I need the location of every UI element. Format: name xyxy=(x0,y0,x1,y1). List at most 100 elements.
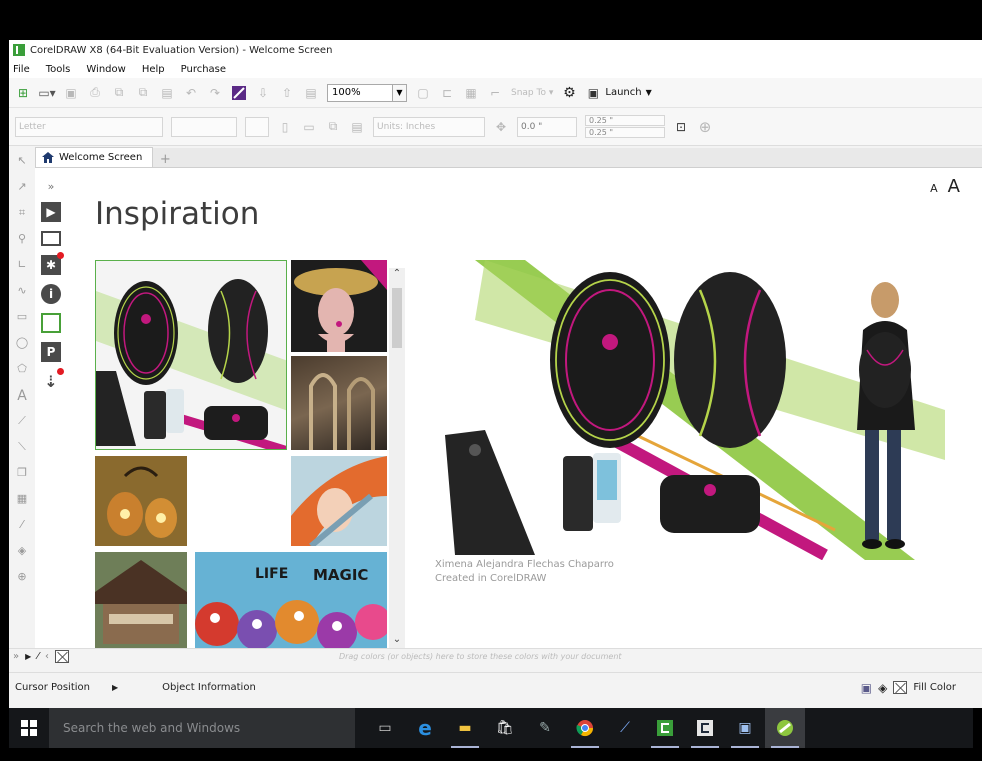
menu-file[interactable]: File xyxy=(13,64,30,75)
show-guidelines-icon[interactable]: ⌐ xyxy=(487,85,503,101)
expand-chevron-icon[interactable]: » xyxy=(48,180,55,193)
task-view-icon[interactable]: ▭ xyxy=(365,708,405,748)
current-page-icon[interactable]: ▤ xyxy=(349,119,365,135)
polygon-tool-icon[interactable]: ⬠ xyxy=(14,362,30,376)
gallery-thumb-backpacks[interactable] xyxy=(95,260,287,450)
redo-icon[interactable]: ↷ xyxy=(207,85,223,101)
menu-help[interactable]: Help xyxy=(142,64,165,75)
text-size-larger[interactable]: A xyxy=(948,176,960,197)
zoom-tool-icon[interactable]: ⚲ xyxy=(14,232,30,246)
show-grid-icon[interactable]: ▦ xyxy=(463,85,479,101)
menu-purchase[interactable]: Purchase xyxy=(181,64,226,75)
menu-tools[interactable]: Tools xyxy=(46,64,71,75)
shape-tool-icon[interactable]: ↗ xyxy=(14,180,30,194)
palette-play-icon[interactable]: ▶ xyxy=(25,652,31,661)
all-pages-icon[interactable]: ⧉ xyxy=(325,119,341,135)
gallery-thumb-portrait-hat[interactable] xyxy=(291,260,387,352)
chrome-icon[interactable] xyxy=(565,708,605,748)
status-expand-icon[interactable]: ▶ xyxy=(112,683,118,692)
zoom-level-select[interactable]: 100% ▼ xyxy=(327,83,407,102)
duplicate-x-field[interactable]: 0.25 " xyxy=(585,115,665,126)
corel-connect-icon[interactable] xyxy=(231,85,247,101)
page-size-select[interactable]: Letter xyxy=(15,116,163,137)
export-icon[interactable]: ⇧ xyxy=(279,85,295,101)
parallel-dimension-icon[interactable]: ⟋ xyxy=(14,414,30,428)
publish-pdf-icon[interactable]: ▤ xyxy=(303,85,319,101)
inspiration-icon[interactable] xyxy=(41,313,61,333)
gallery-scrollbar[interactable]: ⌃ ⌄ xyxy=(389,268,405,648)
page-dimensions-spinner[interactable] xyxy=(245,116,269,137)
workspace-icon[interactable] xyxy=(41,231,61,246)
document-icon[interactable]: ▣ xyxy=(861,681,872,695)
corel-capture-icon[interactable] xyxy=(765,708,805,748)
gallery-thumb-cathedral[interactable] xyxy=(291,356,387,450)
menu-window[interactable]: Window xyxy=(86,64,125,75)
text-tool-icon[interactable]: A xyxy=(14,388,30,404)
portrait-icon[interactable]: ▯ xyxy=(277,119,293,135)
add-tool-icon[interactable]: ⊕ xyxy=(14,570,30,584)
options-plus-icon[interactable]: ⊕ xyxy=(697,118,713,136)
launch-dropdown[interactable]: ▣ Launch ▼ xyxy=(585,85,652,101)
freehand-tool-icon[interactable]: ∟ xyxy=(14,258,30,272)
interactive-fill-icon[interactable]: ◈ xyxy=(14,544,30,558)
open-folder-icon[interactable]: ▭▾ xyxy=(38,85,55,101)
no-color-swatch[interactable] xyxy=(54,650,69,663)
paint-app-icon[interactable]: ✎ xyxy=(525,708,565,748)
text-size-smaller[interactable]: A xyxy=(930,182,938,195)
rectangle-tool-icon[interactable]: ▭ xyxy=(14,310,30,324)
ellipse-tool-icon[interactable]: ◯ xyxy=(14,336,30,350)
tab-welcome-screen[interactable]: Welcome Screen xyxy=(35,147,154,167)
undo-icon[interactable]: ↶ xyxy=(183,85,199,101)
crop-tool-icon[interactable]: ⌗ xyxy=(14,206,30,220)
palette-left-icon[interactable]: ‹ xyxy=(45,651,49,662)
scrollbar-thumb[interactable] xyxy=(392,288,402,348)
drop-shadow-icon[interactable]: ❐ xyxy=(14,466,30,480)
scroll-down-icon[interactable]: ⌄ xyxy=(389,634,405,648)
scroll-up-icon[interactable]: ⌃ xyxy=(389,268,405,282)
gallery-thumb-redhead[interactable] xyxy=(291,456,387,546)
get-more-icon[interactable]: ⇣ xyxy=(41,368,64,391)
transparency-icon[interactable]: ▦ xyxy=(14,492,30,506)
connector-tool-icon[interactable]: ⟍ xyxy=(14,440,30,454)
full-screen-icon[interactable]: ▢ xyxy=(415,85,431,101)
file-explorer-icon[interactable]: ▬ xyxy=(445,708,485,748)
new-document-icon[interactable]: ⊞ xyxy=(15,85,31,101)
import-icon[interactable]: ⇩ xyxy=(255,85,271,101)
copy-icon[interactable]: ⧉ xyxy=(135,85,151,101)
show-rulers-icon[interactable]: ⊏ xyxy=(439,85,455,101)
coreldraw-taskbar-icon[interactable] xyxy=(645,708,685,748)
eyedropper-icon[interactable]: ⁄ xyxy=(14,518,30,532)
edge-browser-icon[interactable]: e xyxy=(405,708,445,748)
nudge-distance-field[interactable]: 0.0 " xyxy=(517,116,577,137)
artistic-media-icon[interactable]: ∿ xyxy=(14,284,30,298)
print-icon[interactable]: ⎙ xyxy=(87,85,103,101)
page-width-field[interactable] xyxy=(171,116,237,137)
gallery-thumb-shrine[interactable] xyxy=(95,552,187,648)
eyedropper-icon[interactable]: ⁄ xyxy=(37,651,39,662)
pick-tool-icon[interactable]: ↖ xyxy=(14,154,30,168)
duplicate-y-field[interactable]: 0.25 " xyxy=(585,127,665,138)
save-icon[interactable]: ▣ xyxy=(63,85,79,101)
fill-bucket-icon[interactable]: ◈ xyxy=(878,681,887,695)
get-started-icon[interactable]: ▶ xyxy=(41,202,61,222)
whats-new-icon[interactable]: ✱ xyxy=(41,252,64,275)
gear-icon[interactable]: ⚙ xyxy=(561,85,577,101)
fill-none-swatch[interactable] xyxy=(893,681,908,694)
gallery-thumb-life-magic[interactable]: LIFE MAGIC xyxy=(195,552,387,648)
cut-icon[interactable]: ⧉ xyxy=(111,85,127,101)
store-icon[interactable]: 🛍 xyxy=(485,708,525,748)
taskbar-search-box[interactable]: Search the web and Windows xyxy=(49,708,355,748)
paste-icon[interactable]: ▤ xyxy=(159,85,175,101)
gallery-thumb-lantern[interactable] xyxy=(95,456,187,546)
windows-start-button[interactable] xyxy=(9,708,49,748)
landscape-icon[interactable]: ▭ xyxy=(301,119,317,135)
palette-chevron-icon[interactable]: » xyxy=(13,651,19,662)
corel-photo-paint-icon[interactable] xyxy=(685,708,725,748)
units-select[interactable]: Units: Inches xyxy=(373,116,485,137)
snap-to-dropdown[interactable]: Snap To ▾ xyxy=(511,88,553,98)
gallery-p-icon[interactable]: P xyxy=(41,342,61,362)
new-tab-plus-icon[interactable]: + xyxy=(157,151,173,167)
treat-as-filled-icon[interactable]: ⊡ xyxy=(673,119,689,135)
image-viewer-icon[interactable]: ▣ xyxy=(725,708,765,748)
info-icon[interactable]: i xyxy=(41,284,61,304)
